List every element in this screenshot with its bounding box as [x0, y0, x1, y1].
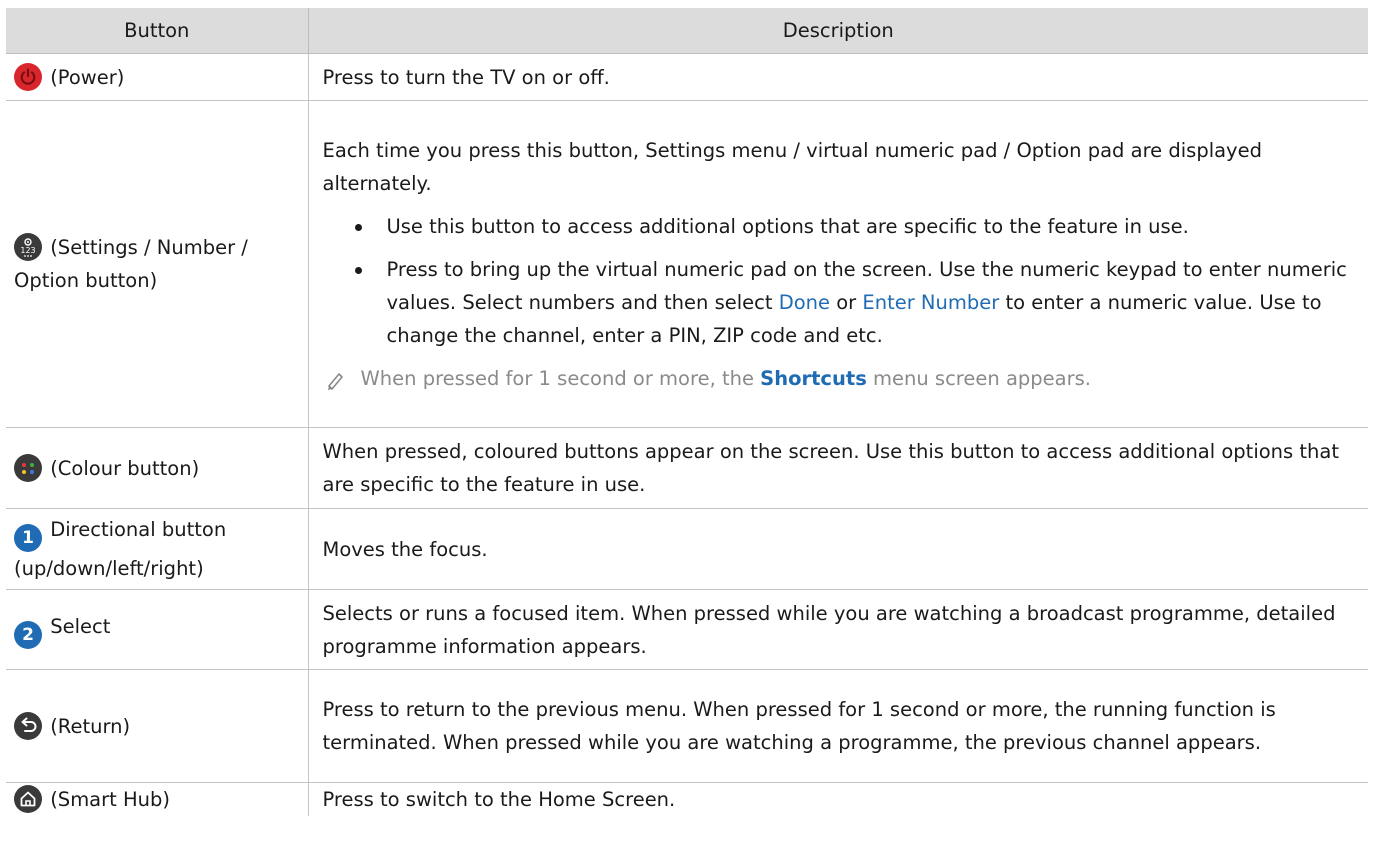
description-cell: Press to return to the previous menu. Wh… — [307, 669, 1368, 783]
done-link[interactable]: Done — [779, 291, 830, 314]
description-cell: Press to turn the TV on or off. — [307, 53, 1368, 101]
button-cell: (Smart Hub) — [6, 782, 308, 816]
description-cell: Moves the focus. — [307, 508, 1368, 590]
button-cell: (Colour button) — [6, 427, 308, 509]
bullet-text: or — [830, 290, 863, 314]
button-label: Directional button (up/down/left/right) — [14, 518, 227, 580]
description-cell: When pressed, coloured buttons appear on… — [307, 427, 1368, 509]
table-header-row: Button Description — [6, 8, 1368, 54]
colour-button-icon — [14, 453, 42, 482]
number-1-icon: 1 — [14, 524, 42, 552]
description-cell: Press to switch to the Home Screen. — [307, 782, 1368, 816]
table-row: (Smart Hub) Press to switch to the Home … — [6, 782, 1368, 816]
description-text: Each time you press this button, Setting… — [322, 138, 1262, 195]
table-row: (Return) Press to return to the previous… — [6, 669, 1368, 783]
remote-buttons-table: Button Description (Power) Press to turn… — [6, 8, 1368, 816]
table-row: 1 Directional button (up/down/left/right… — [6, 508, 1368, 590]
header-description: Description — [307, 8, 1368, 54]
power-icon — [14, 62, 42, 91]
button-label: Select — [50, 615, 111, 638]
note: When pressed for 1 second or more, the S… — [323, 362, 1355, 395]
shortcuts-link[interactable]: Shortcuts — [760, 367, 867, 390]
svg-text:123: 123 — [20, 246, 35, 255]
table-row: (Colour button) When pressed, coloured b… — [6, 427, 1368, 509]
header-button: Button — [6, 8, 308, 54]
table-row: (Power) Press to turn the TV on or off. — [6, 53, 1368, 101]
button-label: (Colour button) — [50, 456, 200, 480]
bullet-list: Use this button to access additional opt… — [323, 210, 1355, 352]
settings-number-icon: 123 — [14, 233, 42, 261]
description-cell: Selects or runs a focused item. When pre… — [307, 589, 1368, 670]
button-cell: 1 Directional button (up/down/left/right… — [6, 508, 308, 590]
button-cell: 123 (Settings / Number / Option button) — [6, 100, 308, 428]
button-cell: (Power) — [6, 53, 308, 101]
note-text: menu screen appears. — [866, 366, 1091, 390]
button-label: (Power) — [50, 65, 125, 89]
table-row: 123 (Settings / Number / Option button) … — [6, 100, 1368, 428]
button-cell: (Return) — [6, 669, 308, 783]
button-label: (Smart Hub) — [50, 788, 171, 811]
pencil-icon — [325, 368, 345, 401]
list-item: Use this button to access additional opt… — [354, 210, 1355, 243]
table-row: 2 Select Selects or runs a focused item.… — [6, 589, 1368, 670]
list-item: Press to bring up the virtual numeric pa… — [354, 253, 1355, 352]
button-label: (Return) — [50, 714, 131, 738]
button-label: (Settings / Number / Option button) — [14, 236, 248, 292]
note-text: When pressed for 1 second or more, the — [360, 366, 761, 390]
enter-number-link[interactable]: Enter Number — [862, 291, 999, 314]
home-icon — [14, 785, 42, 813]
return-icon — [14, 711, 42, 740]
number-2-icon: 2 — [14, 621, 42, 649]
button-cell: 2 Select — [6, 589, 308, 670]
description-cell: Each time you press this button, Setting… — [307, 100, 1368, 428]
